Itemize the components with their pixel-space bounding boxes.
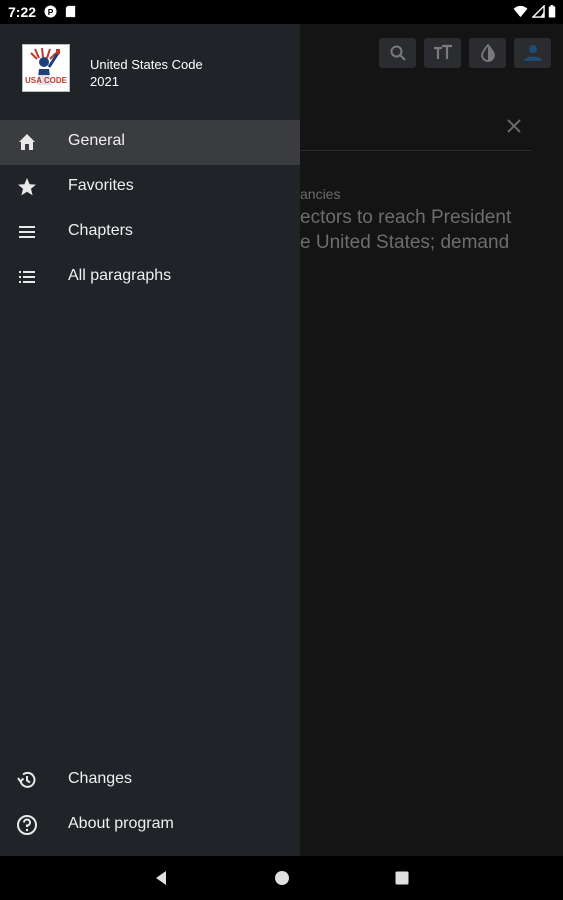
battery-icon bbox=[548, 5, 556, 18]
nav-item-favorites[interactable]: Favorites bbox=[0, 165, 300, 210]
svg-text:P: P bbox=[48, 7, 54, 17]
nav-label-chapters: Chapters bbox=[68, 222, 133, 239]
system-navigation-bar bbox=[0, 856, 563, 900]
nav-label-all-paragraphs: All paragraphs bbox=[68, 267, 172, 284]
home-button[interactable] bbox=[272, 868, 292, 888]
navigation-drawer: USA CODE United States Code 2021 General… bbox=[0, 24, 300, 856]
help-icon bbox=[16, 814, 38, 836]
divider bbox=[300, 150, 532, 151]
close-icon[interactable] bbox=[502, 114, 526, 138]
menu-icon bbox=[16, 221, 38, 243]
back-button[interactable] bbox=[151, 868, 171, 888]
search-button[interactable] bbox=[379, 38, 416, 68]
search-icon bbox=[390, 45, 406, 61]
statue-of-liberty-icon: USA CODE bbox=[23, 45, 69, 91]
paragraph-text-line-2: e United States; demand bbox=[300, 232, 510, 253]
user-icon bbox=[523, 45, 542, 61]
nav-item-chapters[interactable]: Chapters bbox=[0, 210, 300, 255]
text-size-button[interactable] bbox=[424, 38, 461, 68]
nav-label-favorites: Favorites bbox=[68, 177, 134, 194]
recents-icon bbox=[395, 871, 409, 885]
nav-item-changes[interactable]: Changes bbox=[0, 758, 300, 803]
paragraph-text-line-1: ectors to reach President bbox=[300, 207, 512, 228]
recents-button[interactable] bbox=[392, 868, 412, 888]
list-icon bbox=[16, 266, 38, 288]
wifi-icon bbox=[513, 5, 528, 18]
contrast-button[interactable] bbox=[469, 38, 506, 68]
home-icon bbox=[16, 131, 38, 153]
notification-app-icon: P bbox=[44, 5, 57, 18]
star-icon bbox=[16, 176, 38, 198]
app-title: United States Code 2021 bbox=[90, 57, 203, 89]
drawer-header: USA CODE United States Code 2021 bbox=[0, 24, 300, 120]
history-icon bbox=[16, 769, 38, 791]
status-bar: 7:22 P bbox=[0, 0, 563, 24]
signal-icon bbox=[532, 5, 545, 18]
text-size-icon bbox=[433, 44, 452, 59]
account-button[interactable] bbox=[514, 38, 551, 68]
nav-label-changes: Changes bbox=[68, 770, 133, 787]
contrast-icon bbox=[480, 44, 495, 62]
nav-item-about[interactable]: About program bbox=[0, 803, 300, 848]
app-logo: USA CODE bbox=[22, 44, 70, 92]
home-circle-icon bbox=[275, 871, 289, 885]
section-subtitle: ancies bbox=[300, 186, 341, 202]
status-time: 7:22 bbox=[8, 4, 37, 20]
nav-label-about: About program bbox=[68, 815, 174, 832]
sd-card-icon bbox=[65, 5, 76, 18]
nav-item-all-paragraphs[interactable]: All paragraphs bbox=[0, 255, 300, 300]
svg-text:USA CODE: USA CODE bbox=[25, 76, 68, 85]
nav-label-general: General bbox=[68, 132, 125, 149]
back-icon bbox=[156, 871, 166, 885]
nav-item-general[interactable]: General bbox=[0, 120, 300, 165]
